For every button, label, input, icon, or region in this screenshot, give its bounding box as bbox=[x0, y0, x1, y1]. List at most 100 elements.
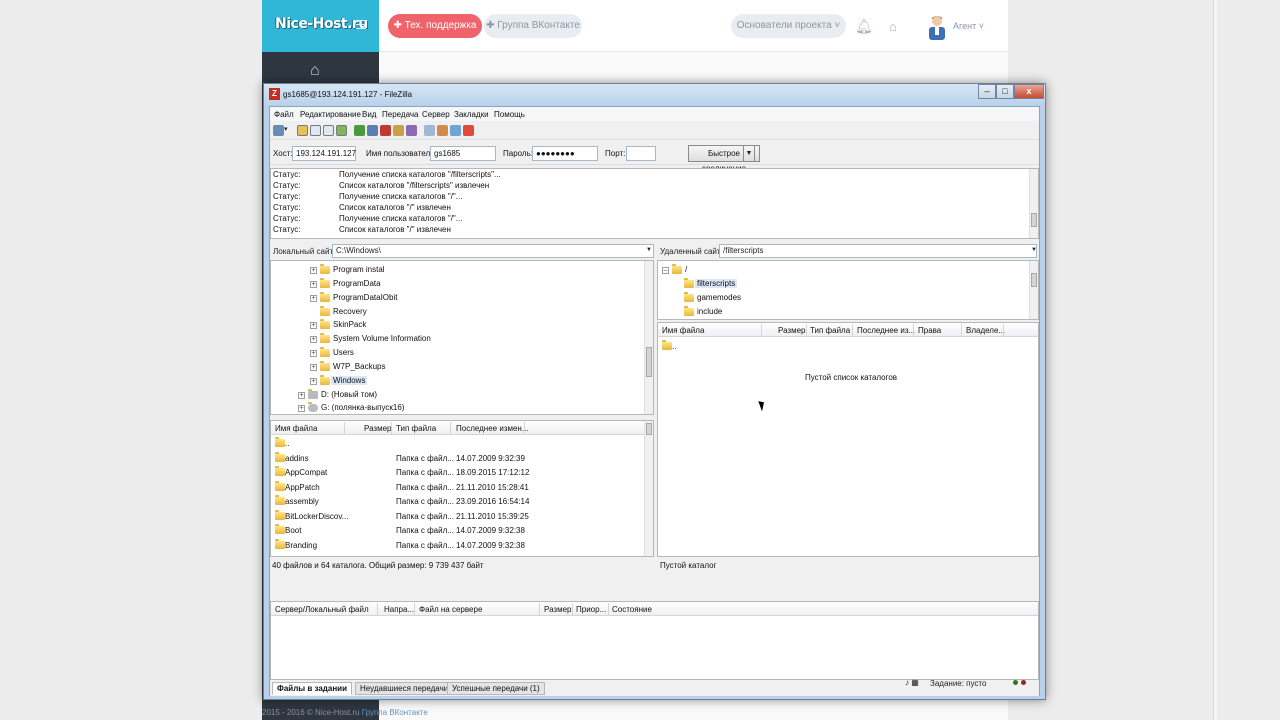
col-size[interactable]: Размер bbox=[544, 605, 572, 614]
logo-box[interactable]: Nice-Host.ru bbox=[262, 0, 379, 52]
toggle-local-tree-icon[interactable] bbox=[310, 125, 321, 136]
keyboard-icon: ♪ ▦ bbox=[905, 678, 919, 687]
process-queue-icon[interactable] bbox=[367, 125, 378, 136]
queue-header: Сервер/Локальный файл Напра... Файл на с… bbox=[271, 602, 1038, 616]
quickconnect-dropdown-icon[interactable]: ▼ bbox=[743, 145, 755, 162]
col-filename[interactable]: Имя файла bbox=[662, 326, 704, 335]
remote-tree-scrollbar[interactable] bbox=[1029, 261, 1038, 319]
col-direction[interactable]: Напра... bbox=[384, 605, 414, 614]
bell-icon[interactable]: 🔔︎ bbox=[855, 18, 873, 35]
agent-avatar-icon[interactable] bbox=[928, 14, 946, 40]
log-label: Статус: bbox=[273, 203, 301, 212]
col-modified[interactable]: Последнее из... bbox=[857, 326, 915, 335]
close-button[interactable]: x bbox=[1014, 84, 1044, 99]
file-type: Папка с файл... bbox=[396, 468, 454, 477]
agent-menu[interactable]: Агент ˅ bbox=[953, 21, 984, 31]
file-date: 14.07.2009 9:32:38 bbox=[456, 526, 525, 535]
username-input[interactable]: gs1685 bbox=[430, 146, 496, 161]
disconnect-icon[interactable] bbox=[393, 125, 404, 136]
local-file-list[interactable]: Имя файла Размер Тип файла Последнее изм… bbox=[270, 420, 654, 557]
browser-scrollbar[interactable] bbox=[1213, 0, 1217, 720]
sidebar-home-icon[interactable]: ⌂ bbox=[310, 62, 320, 80]
col-size[interactable]: Размер bbox=[364, 424, 392, 433]
toggle-log-icon[interactable] bbox=[297, 125, 308, 136]
menu-help[interactable]: Помощь bbox=[494, 110, 525, 119]
col-type[interactable]: Тип файла bbox=[396, 424, 436, 433]
local-list-scrollbar[interactable] bbox=[644, 421, 653, 556]
col-server-local[interactable]: Сервер/Локальный файл bbox=[275, 605, 369, 614]
file-date: 14.07.2009 9:32:38 bbox=[456, 541, 525, 550]
local-path-input[interactable]: C:\Windows\ bbox=[332, 244, 654, 258]
local-path-dropdown-icon[interactable]: ▼ bbox=[646, 247, 652, 253]
search-files-icon[interactable] bbox=[463, 125, 474, 136]
log-text: Список каталогов "/" извлечен bbox=[339, 203, 451, 212]
col-priority[interactable]: Приор... bbox=[576, 605, 606, 614]
founders-button[interactable]: Основатели проекта ˅ bbox=[731, 14, 846, 38]
support-button[interactable]: ✚ Тех. поддержка bbox=[388, 14, 482, 38]
col-modified[interactable]: Последнее измен... bbox=[456, 424, 529, 433]
col-type[interactable]: Тип файла bbox=[810, 326, 850, 335]
col-permissions[interactable]: Права bbox=[918, 326, 941, 335]
col-owner[interactable]: Владеле... bbox=[966, 326, 1005, 335]
menu-transfer[interactable]: Передача bbox=[382, 110, 418, 119]
port-input[interactable] bbox=[626, 146, 656, 161]
remote-path-input[interactable]: /filterscripts bbox=[719, 244, 1037, 258]
scroll-thumb[interactable] bbox=[646, 347, 652, 377]
local-tree-scrollbar[interactable] bbox=[644, 261, 653, 414]
filter-icon[interactable] bbox=[424, 125, 435, 136]
file-name: assembly bbox=[285, 497, 319, 506]
message-log[interactable]: Статус: Получение списка каталогов "/filt… bbox=[270, 168, 1039, 239]
reconnect-icon[interactable] bbox=[406, 125, 417, 136]
minimize-button[interactable]: – bbox=[978, 84, 996, 99]
scroll-thumb[interactable] bbox=[1031, 273, 1037, 287]
menu-view[interactable]: Вид bbox=[362, 110, 376, 119]
dropdown-arrow-icon[interactable]: ▾ bbox=[284, 125, 295, 136]
log-scrollbar[interactable] bbox=[1029, 169, 1038, 238]
local-site-bar: Локальный сайт: C:\Windows\ ▼ bbox=[270, 243, 654, 259]
password-input[interactable]: ●●●●●●●● bbox=[532, 146, 598, 161]
host-input[interactable]: 193.124.191.127 bbox=[292, 146, 356, 161]
hamburger-icon[interactable] bbox=[356, 20, 366, 29]
file-name: .. bbox=[285, 439, 290, 448]
remote-site-bar: Удаленный сайт: /filterscripts ▼ bbox=[657, 243, 1039, 259]
menu-edit[interactable]: Редактирование bbox=[300, 110, 361, 119]
site-logo[interactable]: Nice-Host.ru bbox=[275, 16, 368, 32]
col-state[interactable]: Состояние bbox=[612, 605, 652, 614]
compare-icon[interactable] bbox=[437, 125, 448, 136]
menu-bookmarks[interactable]: Закладки bbox=[454, 110, 489, 119]
remote-directory-tree[interactable]: – / filterscripts gamemodes include bbox=[657, 260, 1039, 320]
home-icon[interactable]: ⌂ bbox=[889, 19, 897, 34]
col-filename[interactable]: Имя файла bbox=[275, 424, 317, 433]
scroll-thumb[interactable] bbox=[1031, 213, 1037, 227]
maximize-button[interactable]: □ bbox=[996, 84, 1014, 99]
transfer-queue[interactable]: Сервер/Локальный файл Напра... Файл на с… bbox=[270, 601, 1039, 680]
cancel-icon[interactable] bbox=[380, 125, 391, 136]
empty-directory-text: Пустой список каталогов bbox=[805, 373, 898, 382]
remote-file-list[interactable]: Имя файла Размер Тип файла Последнее из.… bbox=[657, 322, 1039, 557]
remote-path-dropdown-icon[interactable]: ▼ bbox=[1031, 247, 1037, 253]
file-type: Папка с файл... bbox=[396, 454, 454, 463]
toggle-remote-tree-icon[interactable] bbox=[323, 125, 334, 136]
file-name: Boot bbox=[285, 526, 302, 535]
file-name: AppPatch bbox=[285, 483, 320, 492]
log-label: Статус: bbox=[273, 170, 301, 179]
log-text: Список каталогов "/filterscripts" извлеч… bbox=[339, 181, 490, 190]
tree-label: Users bbox=[333, 348, 354, 357]
tree-label: W7P_Backups bbox=[333, 362, 386, 371]
local-directory-tree[interactable]: + Program instal + ProgramData + ProgramDat… bbox=[270, 260, 654, 415]
scroll-thumb[interactable] bbox=[646, 423, 652, 435]
toggle-queue-icon[interactable] bbox=[336, 125, 347, 136]
footer-vk-link[interactable]: Группа ВКонтакте bbox=[362, 708, 428, 717]
vk-group-button[interactable]: ✚ Группа ВКонтакте bbox=[484, 14, 582, 38]
title-bar[interactable]: Z gs1685@193.124.191.127 - FileZilla – □… bbox=[264, 84, 1045, 106]
menu-file[interactable]: Файл bbox=[274, 110, 294, 119]
menu-server[interactable]: Сервер bbox=[422, 110, 450, 119]
refresh-icon[interactable] bbox=[354, 125, 365, 136]
col-remote-file[interactable]: Файл на сервере bbox=[419, 605, 482, 614]
col-size[interactable]: Размер bbox=[778, 326, 806, 335]
file-date: 14.07.2009 9:32:39 bbox=[456, 454, 525, 463]
file-type: Папка с файл... bbox=[396, 541, 454, 550]
port-label: Порт: bbox=[605, 149, 626, 158]
site-manager-icon[interactable] bbox=[273, 125, 284, 136]
sync-browse-icon[interactable] bbox=[450, 125, 461, 136]
